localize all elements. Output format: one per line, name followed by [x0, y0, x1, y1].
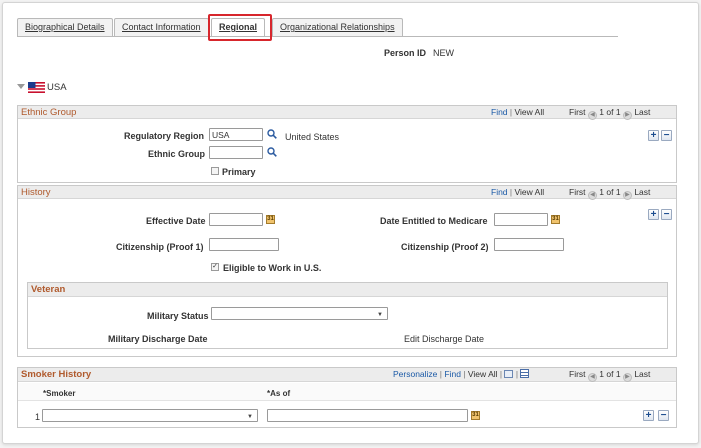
smoker-history-nav: Personalize | Find | View All | | [393, 369, 530, 379]
country-header[interactable]: USA [17, 81, 67, 95]
tab-contact-information[interactable]: Contact Information [114, 18, 209, 37]
last-label: Last [634, 187, 651, 197]
row-number: 1 [35, 412, 41, 422]
delete-row-button[interactable]: − [661, 130, 672, 141]
smoker-column-header: *Smoker [43, 389, 76, 398]
ethnic-group-header: Ethnic Group Find | View All First ◀ 1 o… [18, 106, 676, 120]
veteran-section: Veteran Military Status Military Dischar… [27, 282, 668, 349]
smoker-history-header: Smoker History Personalize | Find | View… [18, 368, 676, 382]
regulatory-region-label: Regulatory Region [124, 131, 205, 141]
row-count: 1 of 1 [599, 187, 621, 197]
tab-organizational-relationships[interactable]: Organizational Relationships [272, 18, 403, 37]
view-all-link[interactable]: View All [468, 369, 498, 379]
tab-label: Biographical Details [25, 22, 105, 32]
primary-checkbox[interactable] [211, 167, 219, 175]
ethnic-group-section: Ethnic Group Find | View All First ◀ 1 o… [17, 105, 677, 183]
country-name: USA [47, 82, 67, 93]
ethnic-group-label: Ethnic Group [148, 149, 205, 159]
smoker-table-header-row [18, 383, 676, 401]
last-label: Last [634, 107, 651, 117]
effective-date-label: Effective Date [146, 216, 206, 226]
smoker-select[interactable] [42, 409, 258, 422]
first-label: First [569, 107, 586, 117]
history-pager: First ◀ 1 of 1 ▶ Last [569, 187, 650, 200]
primary-label: Primary [222, 167, 256, 177]
tab-label: Organizational Relationships [280, 22, 395, 32]
add-row-button[interactable]: + [648, 130, 659, 141]
person-id-label: Person ID [384, 48, 427, 58]
view-all-link[interactable]: View All [515, 187, 545, 197]
as-of-date-input[interactable] [267, 409, 468, 422]
citizenship-proof2-label: Citizenship (Proof 2) [401, 242, 489, 252]
ethnic-group-input[interactable] [209, 146, 263, 159]
next-arrow-icon[interactable]: ▶ [622, 111, 632, 120]
find-link[interactable]: Find [491, 107, 508, 117]
military-status-select[interactable] [211, 307, 388, 320]
eligible-to-work-checkbox[interactable]: ✓ [211, 263, 219, 271]
next-arrow-icon[interactable]: ▶ [622, 191, 632, 200]
add-row-button[interactable]: + [648, 209, 659, 220]
add-row-button[interactable]: + [643, 410, 654, 421]
zoom-grid-icon[interactable] [504, 370, 514, 378]
last-label: Last [634, 369, 651, 379]
ethnic-group-pager: First ◀ 1 of 1 ▶ Last [569, 107, 650, 120]
veteran-header: Veteran [28, 283, 667, 297]
edit-discharge-date-label: Edit Discharge Date [404, 334, 485, 344]
view-all-link[interactable]: View All [515, 107, 545, 117]
tab-highlight-box [208, 14, 272, 41]
history-nav: Find | View All [491, 187, 545, 197]
calendar-icon[interactable]: 31 [471, 411, 480, 420]
veteran-title: Veteran [31, 284, 66, 295]
prev-arrow-icon[interactable]: ◀ [587, 191, 597, 200]
regulatory-region-description: United States [285, 132, 340, 142]
download-excel-icon[interactable] [520, 369, 530, 378]
us-flag-icon [27, 82, 45, 93]
calendar-icon[interactable]: 31 [266, 215, 275, 224]
eligible-to-work-label: Eligible to Work in U.S. [223, 263, 322, 273]
regulatory-region-input[interactable]: USA [209, 128, 263, 141]
lookup-icon[interactable] [267, 129, 277, 139]
calendar-icon[interactable]: 31 [551, 215, 560, 224]
military-status-label: Military Status [147, 311, 209, 321]
as-of-column-header: *As of [267, 389, 291, 398]
person-id-value: NEW [433, 48, 454, 58]
delete-row-button[interactable]: − [658, 410, 669, 421]
citizenship-proof1-input[interactable] [209, 238, 279, 251]
lookup-icon[interactable] [267, 147, 277, 157]
medicare-date-label: Date Entitled to Medicare [380, 216, 488, 226]
citizenship-proof1-label: Citizenship (Proof 1) [116, 242, 204, 252]
tab-label: Contact Information [122, 22, 201, 32]
medicare-date-input[interactable] [494, 213, 548, 226]
first-label: First [569, 369, 586, 379]
row-count: 1 of 1 [599, 107, 621, 117]
personalize-link[interactable]: Personalize [393, 369, 437, 379]
find-link[interactable]: Find [444, 369, 461, 379]
delete-row-button[interactable]: − [661, 209, 672, 220]
history-section: History Find | View All First ◀ 1 of 1 ▶… [17, 185, 677, 357]
smoker-history-pager: First ◀ 1 of 1 ▶ Last [569, 369, 650, 382]
next-arrow-icon[interactable]: ▶ [622, 373, 632, 382]
first-label: First [569, 187, 586, 197]
tab-biographical-details[interactable]: Biographical Details [17, 18, 113, 37]
page-container: Biographical Details Contact Information… [2, 2, 699, 444]
row-count: 1 of 1 [599, 369, 621, 379]
citizenship-proof2-input[interactable] [494, 238, 564, 251]
find-link[interactable]: Find [491, 187, 508, 197]
collapse-arrow-icon [17, 84, 25, 89]
history-title: History [21, 187, 51, 198]
ethnic-group-nav: Find | View All [491, 107, 545, 117]
tab-divider [17, 36, 618, 37]
prev-arrow-icon[interactable]: ◀ [587, 373, 597, 382]
military-discharge-date-label: Military Discharge Date [108, 334, 208, 344]
smoker-history-title: Smoker History [21, 369, 92, 380]
effective-date-input[interactable] [209, 213, 263, 226]
ethnic-group-title: Ethnic Group [21, 107, 77, 118]
prev-arrow-icon[interactable]: ◀ [587, 111, 597, 120]
smoker-history-section: Smoker History Personalize | Find | View… [17, 367, 677, 428]
history-header: History Find | View All First ◀ 1 of 1 ▶… [18, 186, 676, 200]
